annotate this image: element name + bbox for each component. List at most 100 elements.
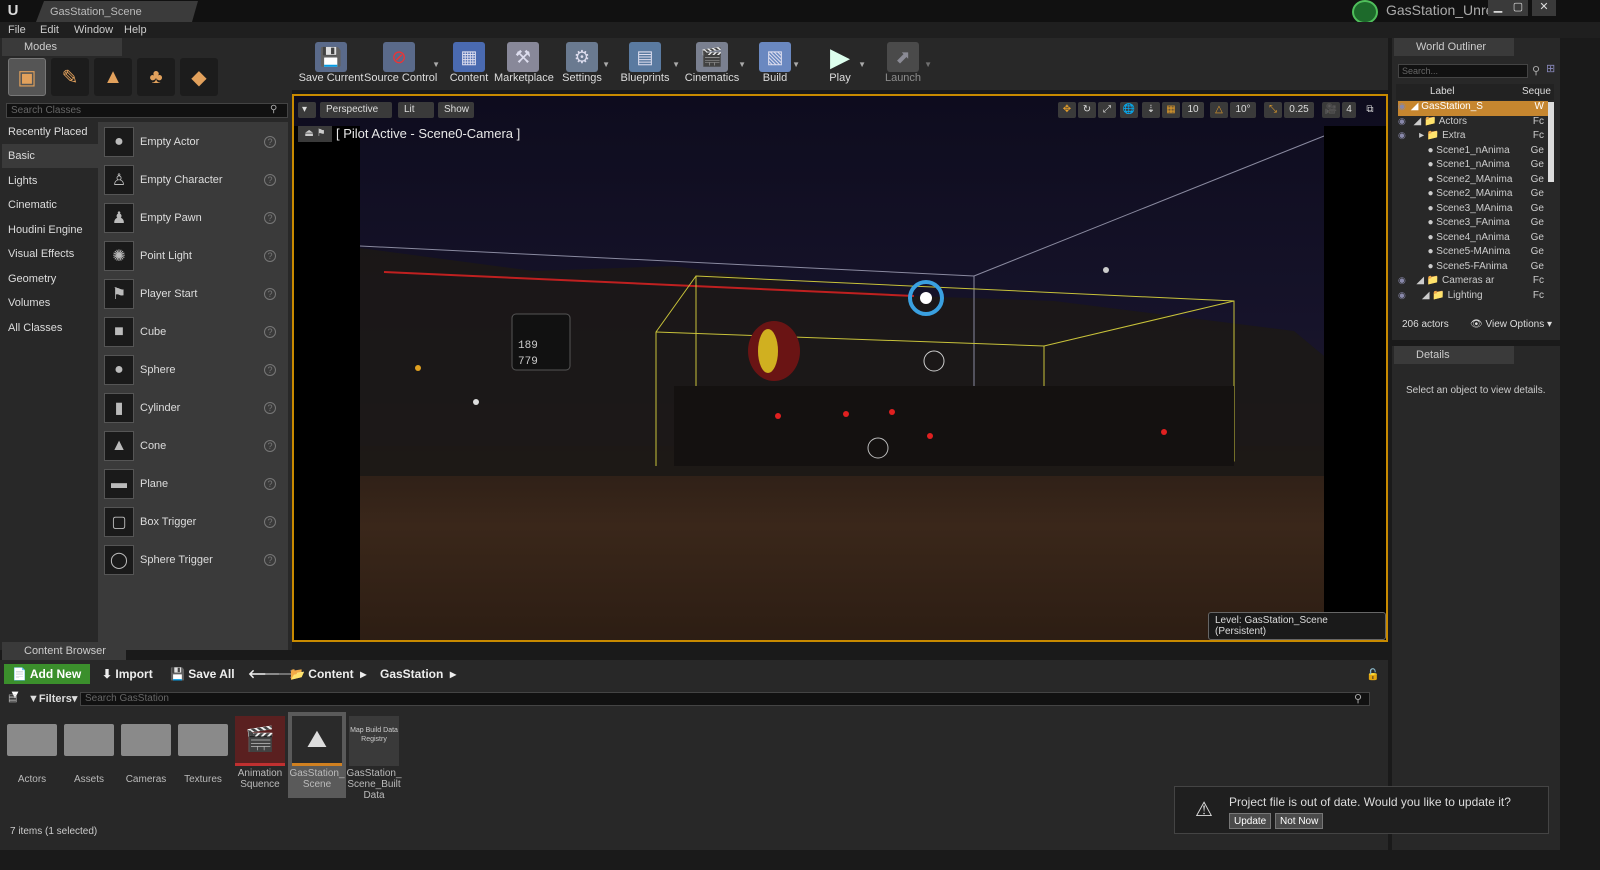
class-item-player-start[interactable]: ⚑ Player Start?: [100, 276, 286, 314]
scale-tool-icon[interactable]: ⤢: [1098, 102, 1116, 118]
maximize-button[interactable]: ▢: [1508, 0, 1528, 16]
eye-icon[interactable]: ◉: [1398, 101, 1408, 112]
outliner-row-scene5-b[interactable]: ● Scene5-FAnima Ge: [1398, 261, 1548, 276]
category-cinematic[interactable]: Cinematic: [2, 193, 98, 217]
asset-animation-sequence[interactable]: 🎬 Animation Squence: [232, 712, 288, 796]
play-button[interactable]: ▶ Play ▼: [820, 40, 866, 88]
category-houdini-engine[interactable]: Houdini Engine: [2, 218, 98, 242]
help-icon[interactable]: ?: [264, 136, 276, 148]
category-basic[interactable]: Basic: [2, 144, 98, 168]
create-folder-icon[interactable]: ⊞: [1546, 62, 1555, 75]
class-item-cube[interactable]: ■ Cube?: [100, 314, 286, 352]
class-item-plane[interactable]: ▬ Plane?: [100, 466, 286, 504]
asset-built-data[interactable]: Map Build Data Registry GasStation_ Scene…: [346, 712, 402, 801]
eye-icon[interactable]: ◉: [1398, 275, 1408, 286]
class-item-empty-character[interactable]: ♙ Empty Character?: [100, 162, 286, 200]
outliner-row-scene4[interactable]: ● Scene4_nAnima Ge: [1398, 232, 1548, 247]
dropdown-arrow-icon[interactable]: ▼: [602, 60, 610, 69]
place-mode-icon[interactable]: ▣: [8, 58, 46, 96]
settings-button[interactable]: ⚙ Settings ▼: [560, 40, 610, 88]
rotation-snap-icon[interactable]: △: [1210, 102, 1228, 118]
help-icon[interactable]: ?: [264, 478, 276, 490]
build-button[interactable]: ▧ Build ▼: [756, 40, 800, 88]
blueprints-button[interactable]: ▤ Blueprints ▼: [616, 40, 680, 88]
class-item-point-light[interactable]: ✺ Point Light?: [100, 238, 286, 276]
help-icon[interactable]: ?: [264, 364, 276, 376]
class-item-empty-pawn[interactable]: ♟ Empty Pawn?: [100, 200, 286, 238]
dropdown-arrow-icon[interactable]: ▼: [672, 60, 680, 69]
details-tab[interactable]: Details: [1394, 346, 1514, 364]
add-new-button[interactable]: 📄 Add New ▾: [4, 664, 90, 701]
viewport-options-icon[interactable]: ▾: [298, 102, 316, 118]
outliner-row-gasstation-scene[interactable]: ◉ ◢ GasStation_S W: [1398, 101, 1548, 116]
help-icon[interactable]: ?: [264, 174, 276, 186]
maximize-viewport-icon[interactable]: ⧉: [1362, 102, 1378, 118]
landscape-mode-icon[interactable]: ▲: [94, 58, 132, 96]
document-tab[interactable]: GasStation_Scene: [36, 1, 198, 22]
modes-tab[interactable]: Modes: [2, 38, 122, 56]
grid-size-value[interactable]: 10: [1182, 102, 1204, 118]
minimize-button[interactable]: ▁: [1488, 0, 1508, 16]
dropdown-arrow-icon[interactable]: ▼: [738, 60, 746, 69]
outliner-row-scene2-b[interactable]: ● Scene2_MAnima Ge: [1398, 188, 1548, 203]
content-button[interactable]: ▦ Content: [446, 40, 492, 88]
help-icon[interactable]: ?: [264, 440, 276, 452]
paint-mode-icon[interactable]: ✎: [51, 58, 89, 96]
outliner-row-actors[interactable]: ◉ ◢ 📁 Actors Fc: [1398, 116, 1548, 131]
outliner-row-extra[interactable]: ◉ ▸ 📁 Extra Fc: [1398, 130, 1548, 145]
close-button[interactable]: ✕: [1532, 0, 1556, 16]
lit-button[interactable]: Lit: [398, 102, 434, 118]
help-icon[interactable]: ?: [264, 516, 276, 528]
outliner-row-scene2-a[interactable]: ● Scene2_MAnima Ge: [1398, 174, 1548, 189]
class-item-cylinder[interactable]: ▮ Cylinder?: [100, 390, 286, 428]
foliage-mode-icon[interactable]: ♣: [137, 58, 175, 96]
geometry-mode-icon[interactable]: ◆: [180, 58, 218, 96]
outliner-row-scene1-b[interactable]: ● Scene1_nAnima Ge: [1398, 159, 1548, 174]
sources-toggle-icon[interactable]: ▤: [8, 693, 17, 704]
outliner-scrollbar[interactable]: [1548, 102, 1554, 182]
cinematics-button[interactable]: 🎬 Cinematics ▼: [684, 40, 746, 88]
asset-folder-cameras[interactable]: Cameras: [118, 712, 174, 796]
menu-file[interactable]: File: [8, 22, 26, 38]
grid-snap-icon[interactable]: ▦: [1162, 102, 1180, 118]
dropdown-arrow-icon[interactable]: ▼: [858, 60, 866, 69]
menu-edit[interactable]: Edit: [40, 22, 59, 38]
class-item-box-trigger[interactable]: ▢ Box Trigger?: [100, 504, 286, 542]
column-type[interactable]: Seque: [1522, 86, 1551, 97]
help-icon[interactable]: ?: [264, 212, 276, 224]
class-item-empty-actor[interactable]: ● Empty Actor?: [100, 124, 286, 162]
category-recently-placed[interactable]: Recently Placed: [2, 120, 98, 144]
outliner-search-input[interactable]: Search...: [1398, 64, 1528, 78]
category-lights[interactable]: Lights: [2, 169, 98, 193]
dropdown-arrow-icon[interactable]: ▼: [792, 60, 800, 69]
eye-icon[interactable]: ◉: [1398, 290, 1408, 301]
eject-pilot-icon[interactable]: ⏏ ⚑: [298, 126, 332, 142]
outliner-row-scene3-b[interactable]: ● Scene3_FAnima Ge: [1398, 217, 1548, 232]
outliner-row-scene3-a[interactable]: ● Scene3_MAnima Ge: [1398, 203, 1548, 218]
import-button[interactable]: ⬇ Import: [102, 664, 153, 684]
category-all-classes[interactable]: All Classes: [2, 316, 98, 340]
save-all-button[interactable]: 💾 Save All: [170, 664, 235, 684]
menu-help[interactable]: Help: [124, 22, 147, 38]
category-volumes[interactable]: Volumes: [2, 291, 98, 315]
asset-folder-actors[interactable]: Actors: [4, 712, 60, 796]
not-now-button[interactable]: Not Now: [1275, 813, 1324, 829]
launch-button[interactable]: ⬈ Launch ▼: [880, 40, 932, 88]
column-label[interactable]: Label: [1430, 86, 1454, 97]
rotate-tool-icon[interactable]: ↻: [1078, 102, 1096, 118]
camera-speed-value[interactable]: 4: [1342, 102, 1356, 118]
scale-snap-value[interactable]: 0.25: [1284, 102, 1314, 118]
help-icon[interactable]: ?: [264, 326, 276, 338]
outliner-row-scene1-a[interactable]: ● Scene1_nAnima Ge: [1398, 145, 1548, 160]
marketplace-button[interactable]: ⚒ Marketplace: [494, 40, 554, 88]
eye-icon[interactable]: ◉: [1398, 116, 1408, 127]
outliner-row-scene5-a[interactable]: ● Scene5-MAnima Ge: [1398, 246, 1548, 261]
dropdown-arrow-icon[interactable]: ▼: [924, 60, 932, 69]
level-viewport[interactable]: 189 779 ▾ Perspective Lit Show ⏏ ⚑ [ Pil…: [292, 94, 1388, 642]
category-geometry[interactable]: Geometry: [2, 267, 98, 291]
asset-gasstation-scene[interactable]: ⛰ GasStation_ Scene: [288, 712, 346, 798]
content-search-input[interactable]: Search GasStation: [80, 692, 1370, 706]
class-item-sphere[interactable]: ● Sphere?: [100, 352, 286, 390]
outliner-row-lighting[interactable]: ◉ ◢ 📁 Lighting Fc: [1398, 290, 1548, 305]
save-current-button[interactable]: 💾 Save Current: [298, 40, 364, 88]
